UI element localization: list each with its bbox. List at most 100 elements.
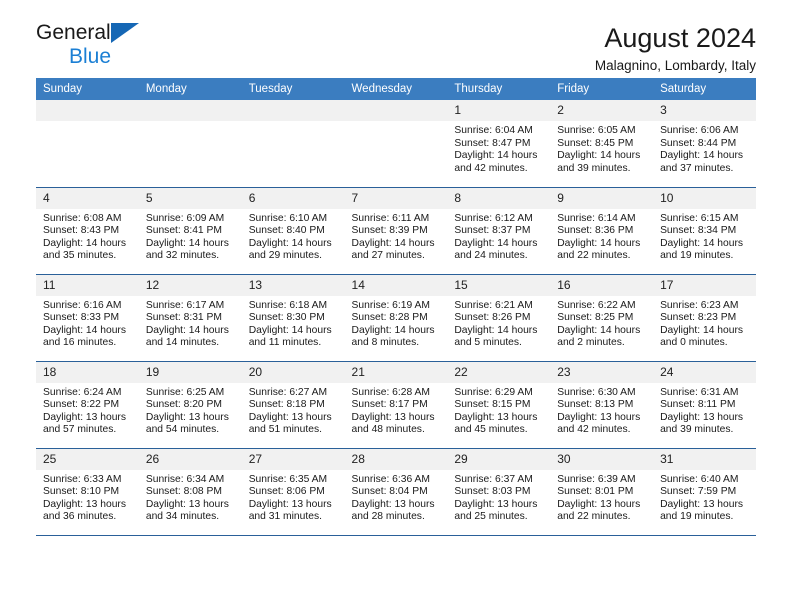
- day-number: 8: [447, 187, 551, 209]
- daylight-text-line1: Daylight: 14 hours: [43, 237, 126, 249]
- weekday-header-saturday: Saturday: [653, 78, 756, 100]
- calendar-day-cell[interactable]: 7 Sunrise: 6:11 AM Sunset: 8:39 PM Daylight…: [344, 187, 448, 275]
- day-details: Sunrise: 6:39 AM Sunset: 8:01 PM Daylight:…: [550, 470, 653, 524]
- calendar-day-cell[interactable]: 11 Sunrise: 6:16 AM Sunset: 8:33 PM Dayligh…: [36, 274, 139, 362]
- day-details: Sunrise: 6:34 AM Sunset: 8:08 PM Daylight:…: [139, 470, 242, 524]
- calendar-week-row: 25 Sunrise: 6:33 AM Sunset: 8:10 PM Dayligh…: [36, 448, 756, 536]
- calendar-week-row: 18 Sunrise: 6:24 AM Sunset: 8:22 PM Dayligh…: [36, 361, 756, 449]
- day-details: Sunrise: 6:31 AM Sunset: 8:11 PM Daylight:…: [653, 383, 756, 437]
- day-cell-inner: 16 Sunrise: 6:22 AM Sunset: 8:25 PM Dayligh…: [550, 274, 654, 361]
- daylight-text-line2: and 42 minutes.: [557, 424, 631, 436]
- day-details: Sunrise: 6:04 AM Sunset: 8:47 PM Daylight:…: [447, 121, 550, 175]
- sunrise-text: Sunrise: 6:25 AM: [145, 386, 225, 398]
- day-number: 13: [241, 274, 345, 296]
- sunset-text: Sunset: 8:33 PM: [43, 312, 120, 324]
- calendar-day-cell[interactable]: 18 Sunrise: 6:24 AM Sunset: 8:22 PM Dayligh…: [36, 361, 139, 449]
- calendar-day-cell[interactable]: 6 Sunrise: 6:10 AM Sunset: 8:40 PM Daylight…: [241, 187, 345, 275]
- brand-name-top: General: [36, 22, 139, 45]
- calendar-day-cell[interactable]: 1 Sunrise: 6:04 AM Sunset: 8:47 PM Daylight…: [447, 100, 551, 188]
- day-number: 4: [36, 187, 139, 209]
- calendar-day-cell[interactable]: 12 Sunrise: 6:17 AM Sunset: 8:31 PM Dayligh…: [138, 274, 242, 362]
- daylight-text-line1: Daylight: 13 hours: [145, 498, 229, 510]
- day-number: 6: [241, 187, 345, 209]
- day-cell-inner: 30 Sunrise: 6:39 AM Sunset: 8:01 PM Dayligh…: [550, 448, 654, 535]
- sunset-text: Sunset: 8:26 PM: [454, 312, 531, 324]
- calendar-day-cell[interactable]: 23 Sunrise: 6:30 AM Sunset: 8:13 PM Dayligh…: [550, 361, 654, 449]
- calendar-cell-empty: [241, 100, 345, 188]
- day-details: Sunrise: 6:21 AM Sunset: 8:26 PM Daylight:…: [447, 296, 550, 350]
- sunset-text: Sunset: 8:41 PM: [145, 225, 222, 237]
- weekday-header-monday: Monday: [138, 78, 242, 100]
- sunrise-text: Sunrise: 6:24 AM: [43, 386, 122, 398]
- daylight-text-line1: Daylight: 13 hours: [660, 411, 744, 423]
- day-number: 12: [138, 274, 242, 296]
- calendar-day-cell[interactable]: 2 Sunrise: 6:05 AM Sunset: 8:45 PM Daylight…: [550, 100, 654, 188]
- calendar-day-cell[interactable]: 8 Sunrise: 6:12 AM Sunset: 8:37 PM Daylight…: [447, 187, 551, 275]
- calendar-day-cell[interactable]: 9 Sunrise: 6:14 AM Sunset: 8:36 PM Daylight…: [550, 187, 654, 275]
- calendar-day-cell[interactable]: 19 Sunrise: 6:25 AM Sunset: 8:20 PM Dayligh…: [138, 361, 242, 449]
- calendar-day-cell[interactable]: 21 Sunrise: 6:28 AM Sunset: 8:17 PM Dayligh…: [344, 361, 448, 449]
- sunset-text: Sunset: 7:59 PM: [660, 486, 737, 498]
- sunset-text: Sunset: 8:43 PM: [43, 225, 120, 237]
- day-cell-inner: 1 Sunrise: 6:04 AM Sunset: 8:47 PM Daylight…: [447, 100, 551, 187]
- sunrise-text: Sunrise: 6:21 AM: [454, 299, 533, 311]
- calendar-day-cell[interactable]: 20 Sunrise: 6:27 AM Sunset: 8:18 PM Dayligh…: [241, 361, 345, 449]
- sunrise-text: Sunrise: 6:39 AM: [557, 473, 636, 485]
- calendar-day-cell[interactable]: 27 Sunrise: 6:35 AM Sunset: 8:06 PM Dayligh…: [241, 448, 345, 536]
- daylight-text-line1: Daylight: 13 hours: [557, 411, 641, 423]
- calendar-day-cell[interactable]: 25 Sunrise: 6:33 AM Sunset: 8:10 PM Dayligh…: [36, 448, 139, 536]
- daylight-text-line1: Daylight: 13 hours: [351, 498, 435, 510]
- sunset-text: Sunset: 8:15 PM: [454, 399, 531, 411]
- day-number: 2: [550, 100, 654, 121]
- daylight-text-line2: and 42 minutes.: [454, 162, 528, 174]
- calendar-day-cell[interactable]: 5 Sunrise: 6:09 AM Sunset: 8:41 PM Daylight…: [138, 187, 242, 275]
- calendar-day-cell[interactable]: 10 Sunrise: 6:15 AM Sunset: 8:34 PM Dayligh…: [653, 187, 756, 275]
- daylight-text-line1: Daylight: 14 hours: [248, 237, 332, 249]
- calendar-day-cell[interactable]: 30 Sunrise: 6:39 AM Sunset: 8:01 PM Dayligh…: [550, 448, 654, 536]
- daylight-text-line1: Daylight: 14 hours: [557, 150, 641, 162]
- sunset-text: Sunset: 8:06 PM: [248, 486, 325, 498]
- calendar-day-cell[interactable]: 4 Sunrise: 6:08 AM Sunset: 8:43 PM Daylight…: [36, 187, 139, 275]
- calendar-day-cell[interactable]: 22 Sunrise: 6:29 AM Sunset: 8:15 PM Dayligh…: [447, 361, 551, 449]
- calendar-day-cell[interactable]: 26 Sunrise: 6:34 AM Sunset: 8:08 PM Dayligh…: [138, 448, 242, 536]
- day-details: Sunrise: 6:09 AM Sunset: 8:41 PM Daylight:…: [139, 209, 242, 263]
- calendar-day-cell[interactable]: 16 Sunrise: 6:22 AM Sunset: 8:25 PM Dayligh…: [550, 274, 654, 362]
- sunrise-text: Sunrise: 6:37 AM: [454, 473, 533, 485]
- calendar-day-cell[interactable]: 3 Sunrise: 6:06 AM Sunset: 8:44 PM Daylight…: [653, 100, 756, 188]
- calendar-header-row: Sunday Monday Tuesday Wednesday Thursday…: [36, 78, 756, 100]
- page-subtitle: Malagnino, Lombardy, Italy: [594, 58, 756, 73]
- daylight-text-line2: and 0 minutes.: [660, 337, 728, 349]
- daylight-text-line2: and 25 minutes.: [454, 511, 528, 523]
- sunrise-text: Sunrise: 6:09 AM: [145, 212, 225, 224]
- day-number: [241, 100, 345, 121]
- calendar-day-cell[interactable]: 17 Sunrise: 6:23 AM Sunset: 8:23 PM Dayligh…: [653, 274, 756, 362]
- daylight-text-line1: Daylight: 14 hours: [454, 150, 538, 162]
- sunrise-text: Sunrise: 6:17 AM: [145, 299, 225, 311]
- sunrise-text: Sunrise: 6:40 AM: [660, 473, 739, 485]
- sunrise-text: Sunrise: 6:23 AM: [660, 299, 739, 311]
- day-number: 27: [241, 448, 345, 470]
- calendar-cell-empty: [344, 100, 448, 188]
- calendar-day-cell[interactable]: 31 Sunrise: 6:40 AM Sunset: 7:59 PM Dayligh…: [653, 448, 756, 536]
- calendar-day-cell[interactable]: 28 Sunrise: 6:36 AM Sunset: 8:04 PM Dayligh…: [344, 448, 448, 536]
- day-number: 3: [653, 100, 756, 121]
- calendar-day-cell[interactable]: 14 Sunrise: 6:19 AM Sunset: 8:28 PM Dayligh…: [344, 274, 448, 362]
- calendar-day-cell[interactable]: 15 Sunrise: 6:21 AM Sunset: 8:26 PM Dayligh…: [447, 274, 551, 362]
- sunset-text: Sunset: 8:17 PM: [351, 399, 428, 411]
- brand-logo[interactable]: General Blue: [36, 22, 139, 68]
- sunset-text: Sunset: 8:22 PM: [43, 399, 120, 411]
- day-cell-inner: 21 Sunrise: 6:28 AM Sunset: 8:17 PM Dayligh…: [344, 361, 448, 448]
- day-details: Sunrise: 6:12 AM Sunset: 8:37 PM Daylight:…: [447, 209, 550, 263]
- daylight-text-line2: and 31 minutes.: [248, 511, 322, 523]
- day-details: Sunrise: 6:35 AM Sunset: 8:06 PM Daylight:…: [242, 470, 345, 524]
- calendar-day-cell[interactable]: 29 Sunrise: 6:37 AM Sunset: 8:03 PM Dayligh…: [447, 448, 551, 536]
- calendar-day-cell[interactable]: 24 Sunrise: 6:31 AM Sunset: 8:11 PM Dayligh…: [653, 361, 756, 449]
- calendar-day-cell[interactable]: 13 Sunrise: 6:18 AM Sunset: 8:30 PM Dayligh…: [241, 274, 345, 362]
- day-cell-inner: 27 Sunrise: 6:35 AM Sunset: 8:06 PM Dayligh…: [241, 448, 345, 535]
- sunrise-text: Sunrise: 6:15 AM: [660, 212, 739, 224]
- daylight-text-line1: Daylight: 13 hours: [43, 498, 126, 510]
- day-number: 15: [447, 274, 551, 296]
- day-details: Sunrise: 6:17 AM Sunset: 8:31 PM Daylight:…: [139, 296, 242, 350]
- sunrise-text: Sunrise: 6:10 AM: [248, 212, 328, 224]
- day-cell-inner: 15 Sunrise: 6:21 AM Sunset: 8:26 PM Dayligh…: [447, 274, 551, 361]
